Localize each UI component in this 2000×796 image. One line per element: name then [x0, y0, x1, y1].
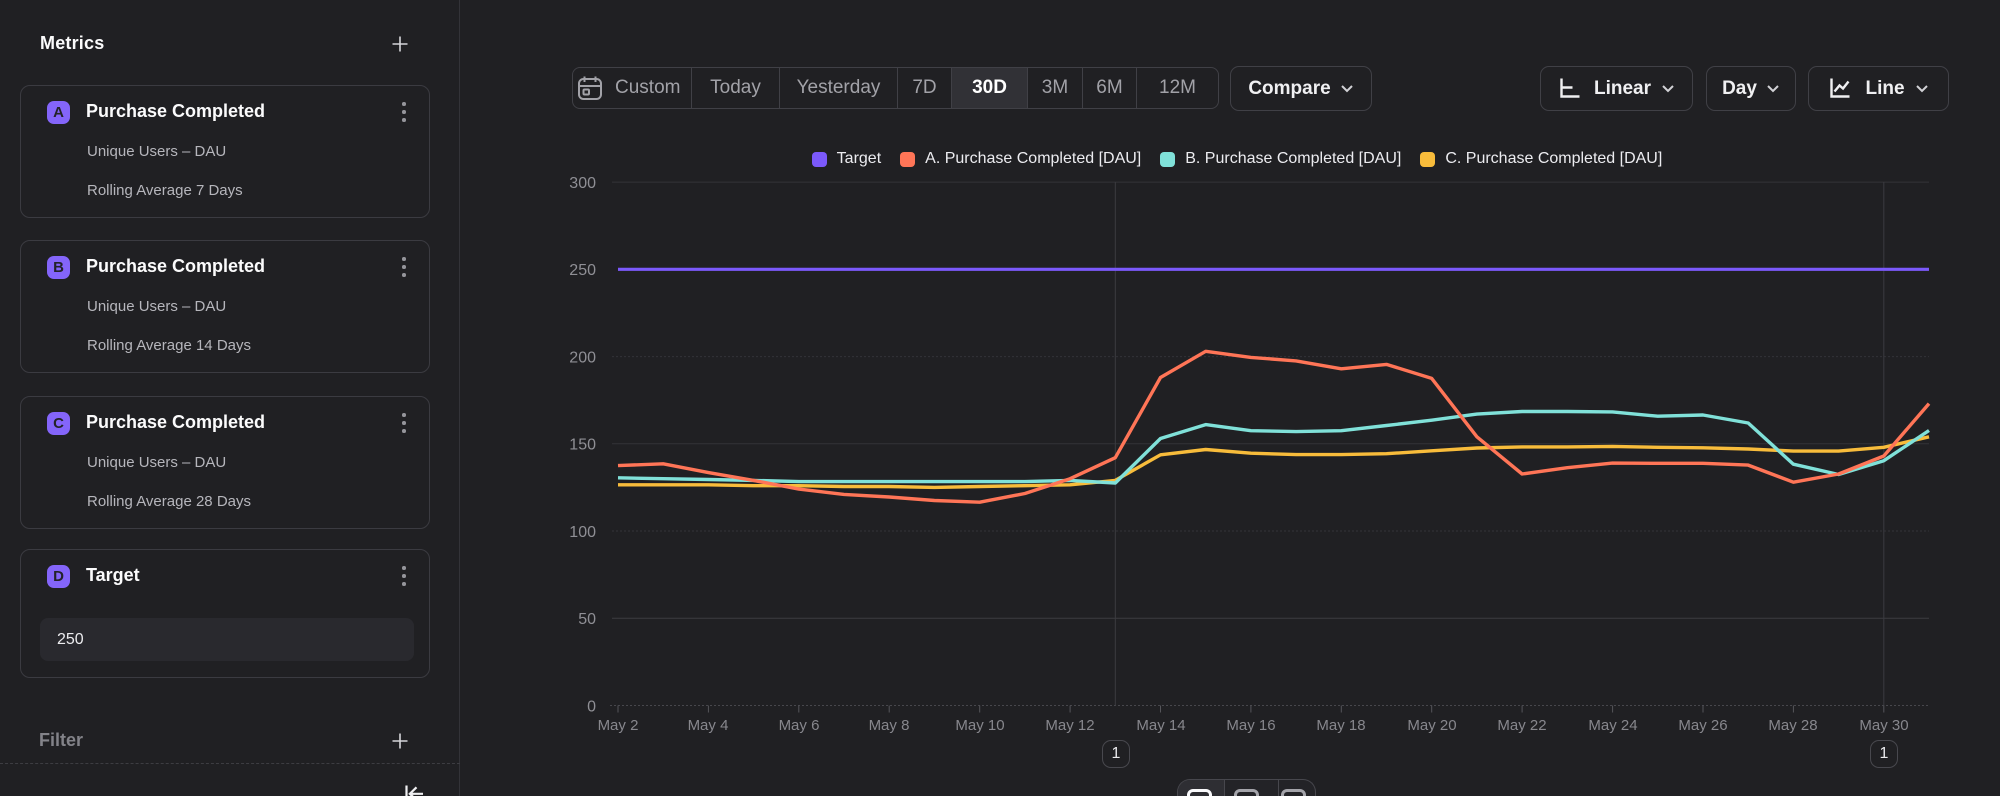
svg-text:May 20: May 20	[1407, 717, 1456, 734]
svg-text:100: 100	[569, 524, 596, 541]
svg-text:May 2: May 2	[598, 717, 639, 734]
svg-text:250: 250	[569, 262, 596, 279]
svg-text:May 16: May 16	[1226, 717, 1275, 734]
svg-text:50: 50	[578, 611, 596, 628]
svg-text:May 28: May 28	[1768, 717, 1817, 734]
svg-text:May 18: May 18	[1316, 717, 1365, 734]
svg-text:May 4: May 4	[688, 717, 729, 734]
svg-text:May 12: May 12	[1045, 717, 1094, 734]
svg-text:0: 0	[587, 698, 596, 715]
svg-text:May 30: May 30	[1859, 717, 1908, 734]
svg-text:May 26: May 26	[1678, 717, 1727, 734]
svg-text:May 10: May 10	[955, 717, 1004, 734]
svg-text:May 14: May 14	[1136, 717, 1185, 734]
svg-text:150: 150	[569, 437, 596, 454]
svg-text:200: 200	[569, 349, 596, 366]
svg-text:300: 300	[569, 175, 596, 192]
svg-text:May 22: May 22	[1497, 717, 1546, 734]
svg-text:May 8: May 8	[869, 717, 910, 734]
svg-text:May 24: May 24	[1588, 717, 1637, 734]
svg-text:May 6: May 6	[779, 717, 820, 734]
